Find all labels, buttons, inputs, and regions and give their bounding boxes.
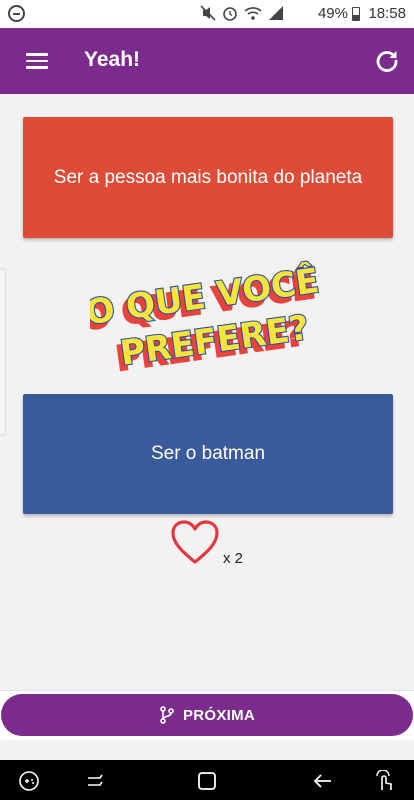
likes: x 2 (170, 518, 260, 568)
signal-icon (269, 6, 283, 20)
like-count: x 2 (223, 550, 244, 567)
nav-recent-apps-icon[interactable] (84, 770, 106, 792)
gesture-icon[interactable] (374, 770, 396, 792)
nav-home-icon[interactable] (196, 770, 218, 792)
status-icons (200, 4, 284, 22)
option-a-text: Ser a pessoa mais bonita do planeta (53, 166, 363, 188)
option-b-text: Ser o batman (150, 443, 266, 464)
next-button[interactable]: PRÓXIMA (1, 694, 413, 736)
app-title: Yeah! (84, 48, 141, 71)
next-button-label: PRÓXIMA (182, 706, 256, 724)
alarm-icon (223, 7, 237, 21)
nav-back-icon[interactable] (312, 770, 334, 792)
mute-icon (200, 5, 216, 21)
option-b-card[interactable]: Ser o batman (23, 394, 393, 514)
wifi-icon (244, 7, 262, 20)
refresh-icon[interactable] (374, 48, 400, 74)
clock: 18:58 (368, 5, 406, 22)
system-nav-bar (0, 760, 414, 800)
branch-icon (160, 706, 174, 724)
option-a-card[interactable]: Ser a pessoa mais bonita do planeta (23, 117, 393, 238)
game-launcher-icon[interactable] (18, 770, 40, 792)
heart-outline-icon[interactable] (170, 520, 220, 566)
status-bar: 49% 18:58 (0, 0, 414, 28)
menu-icon[interactable] (26, 52, 48, 70)
app-bar: Yeah! (0, 28, 414, 94)
do-not-disturb-icon (8, 5, 25, 22)
drawer-handle[interactable] (0, 268, 6, 436)
headline-graphic: O QUE VOCÊ O QUE VOCÊ PREFERE? PREFERE? (90, 259, 320, 381)
battery-icon (352, 7, 360, 21)
battery-percent: 49% (317, 5, 348, 22)
